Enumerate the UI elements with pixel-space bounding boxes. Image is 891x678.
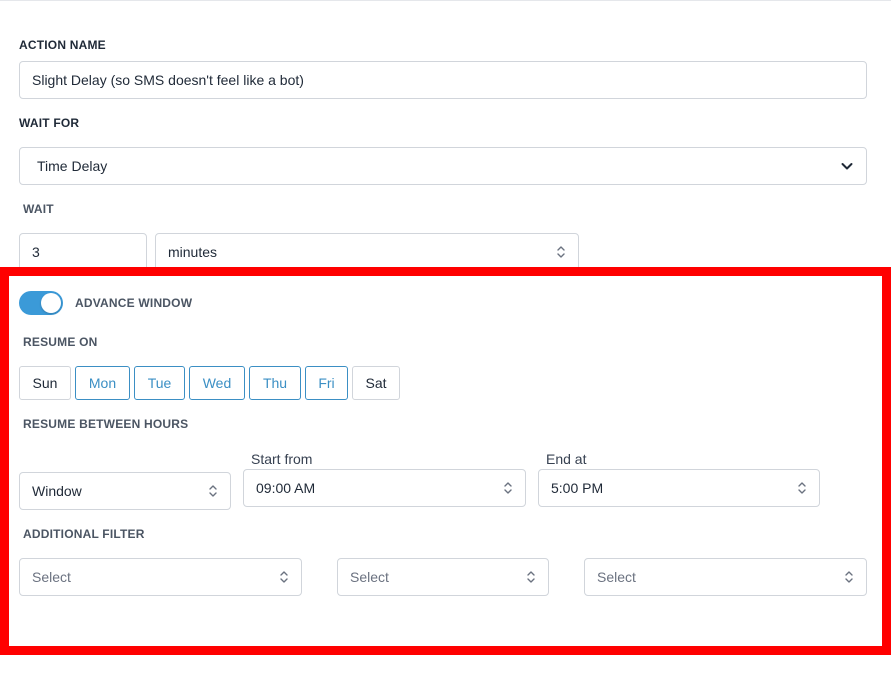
up-down-arrows-icon [209,485,217,497]
up-down-arrows-icon [845,571,853,583]
wait-for-select[interactable]: Time Delay [19,147,867,185]
start-time-select[interactable]: 09:00 AM [243,469,526,507]
wait-unit-select[interactable]: minutes [155,233,579,271]
filter-select-1[interactable]: Select [19,558,302,596]
day-button-fri[interactable]: Fri [305,366,348,400]
hours-mode-select[interactable]: Window [19,472,231,510]
action-name-input[interactable]: Slight Delay (so SMS doesn't feel like a… [19,61,867,99]
filter-select-3[interactable]: Select [584,558,867,596]
wait-for-value: Time Delay [37,158,108,174]
day-button-tue[interactable]: Tue [134,366,185,400]
toggle-knob [41,293,61,313]
day-button-wed[interactable]: Wed [189,366,245,400]
filter-select-3-placeholder: Select [597,569,636,585]
up-down-arrows-icon [527,571,535,583]
up-down-arrows-icon [504,482,512,494]
wait-label: WAIT [23,202,54,216]
advance-window-label: ADVANCE WINDOW [75,296,193,310]
day-button-sat[interactable]: Sat [352,366,400,400]
up-down-arrows-icon [798,482,806,494]
filter-select-1-placeholder: Select [32,569,71,585]
filter-select-2-placeholder: Select [350,569,389,585]
chevron-down-icon [841,163,853,170]
start-time-value: 09:00 AM [256,480,316,496]
wait-unit-value: minutes [168,244,218,260]
day-button-sun[interactable]: Sun [19,366,71,400]
up-down-arrows-icon [280,571,288,583]
end-at-label: End at [546,451,587,467]
day-button-mon[interactable]: Mon [75,366,130,400]
wait-for-label: WAIT FOR [19,116,80,130]
advance-window-toggle[interactable] [19,291,63,315]
action-name-value: Slight Delay (so SMS doesn't feel like a… [32,72,304,88]
filter-select-2[interactable]: Select [337,558,549,596]
wait-amount-value: 3 [32,244,40,260]
end-time-select[interactable]: 5:00 PM [538,469,820,507]
hours-mode-value: Window [32,483,82,499]
wait-amount-input[interactable]: 3 [19,233,147,271]
day-button-thu[interactable]: Thu [249,366,301,400]
up-down-arrows-icon [557,246,565,258]
start-from-label: Start from [251,451,313,467]
top-divider [0,0,891,1]
highlight-annotation-box [0,267,891,655]
end-time-value: 5:00 PM [551,480,604,496]
additional-filter-label: ADDITIONAL FILTER [23,527,145,541]
resume-on-label: RESUME ON [23,335,98,349]
action-name-label: ACTION NAME [19,38,106,52]
resume-between-hours-label: RESUME BETWEEN HOURS [23,417,189,431]
